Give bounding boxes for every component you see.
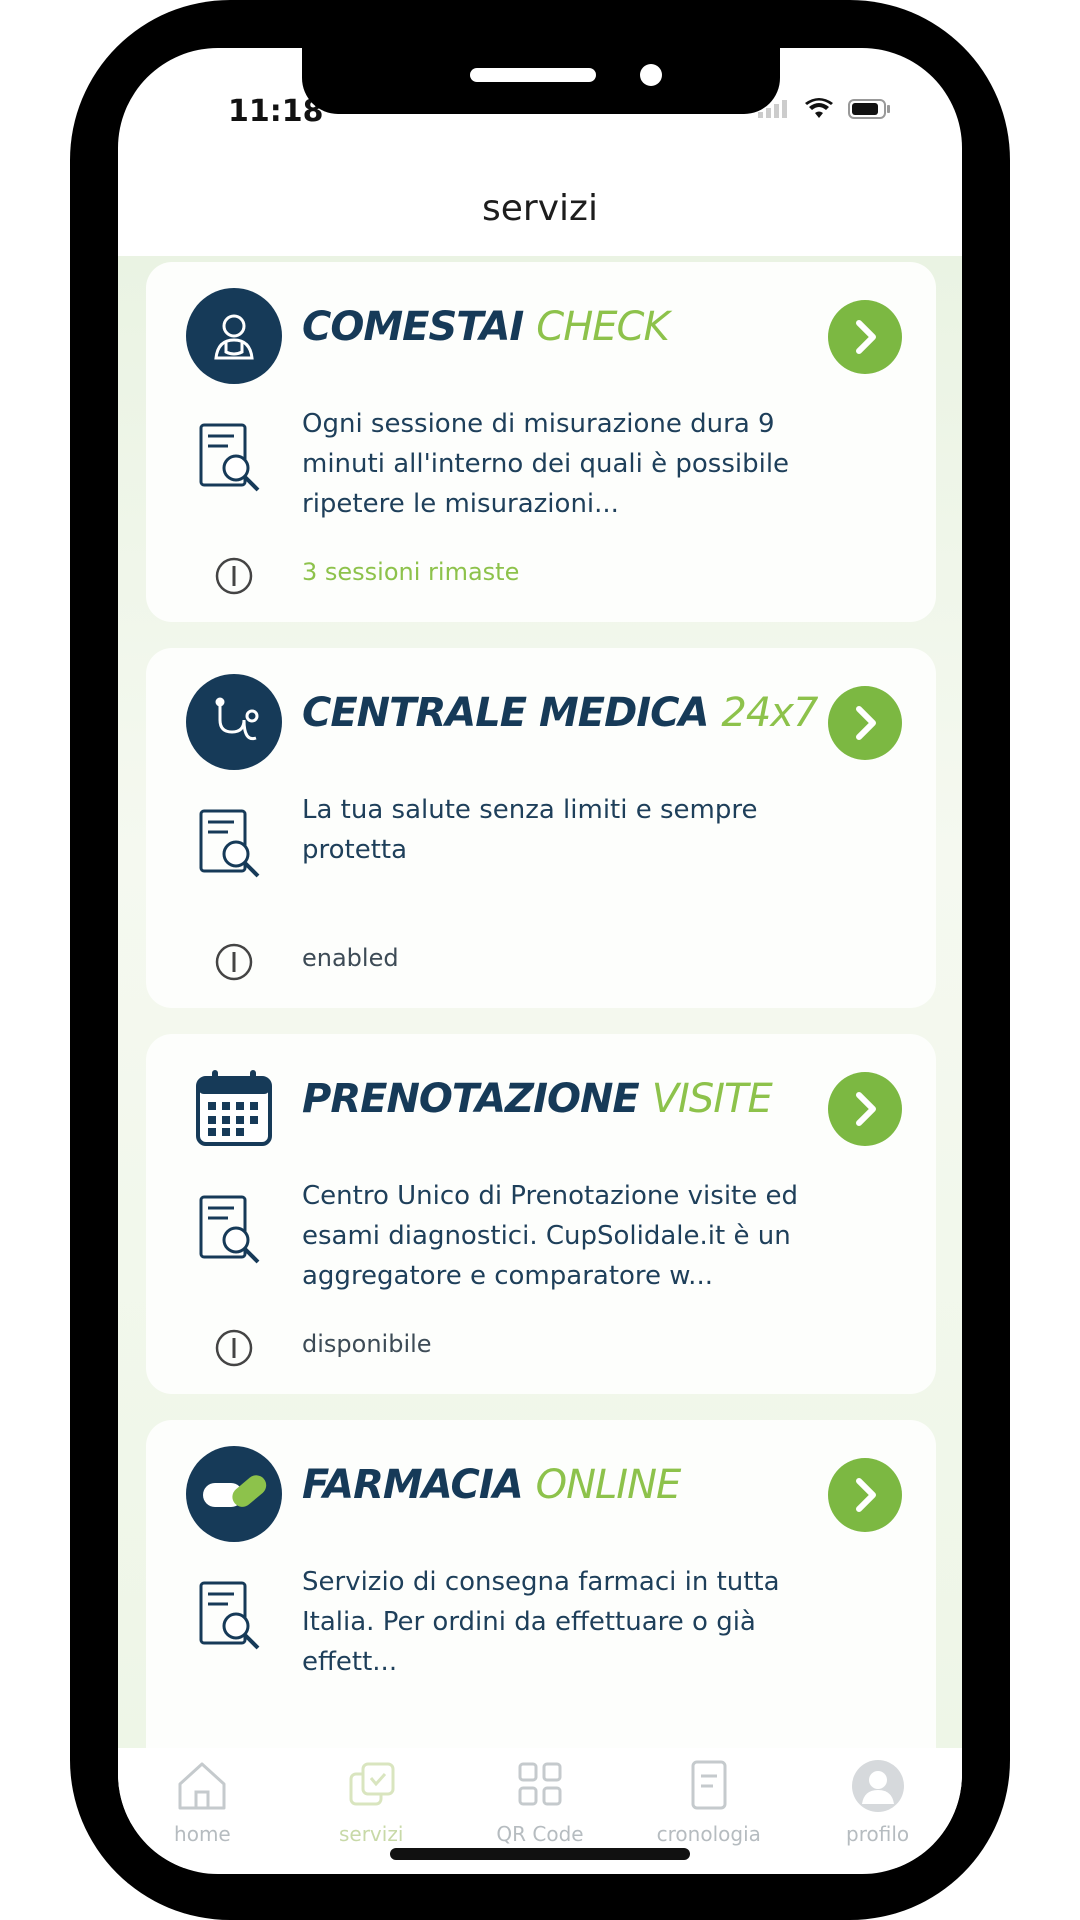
history-icon [691, 1760, 727, 1810]
chevron-right-icon [856, 1092, 876, 1126]
service-card-centrale-medica[interactable]: CENTRALE MEDICA 24x7 La tua salute senza… [146, 648, 936, 1008]
notch [302, 48, 780, 114]
card-title: CENTRALE MEDICA 24x7 [302, 690, 818, 736]
document-search-icon [199, 1581, 260, 1650]
qr-code-icon [518, 1762, 562, 1806]
home-indicator [390, 1848, 690, 1860]
tab-home[interactable]: home [132, 1758, 272, 1846]
tab-label: home [174, 1822, 231, 1846]
open-arrow-button[interactable] [828, 1072, 902, 1146]
services-list: COMESTAI CHECK Ogni sessione di misurazi… [118, 256, 962, 1748]
info-icon [215, 557, 253, 595]
card-status: enabled [302, 944, 399, 972]
card-status: disponibile [302, 1330, 432, 1358]
open-arrow-button[interactable] [828, 1458, 902, 1532]
document-search-icon [199, 1195, 260, 1264]
card-status: 3 sessioni rimaste [302, 558, 520, 586]
chevron-right-icon [856, 320, 876, 354]
open-arrow-button[interactable] [828, 300, 902, 374]
status-icons [758, 98, 892, 120]
info-icon [215, 943, 253, 981]
profile-icon [851, 1760, 904, 1812]
tab-label: profilo [846, 1822, 910, 1846]
pill-icon [186, 1446, 282, 1542]
wifi-icon [805, 98, 833, 118]
chevron-right-icon [856, 1478, 876, 1512]
card-title: PRENOTAZIONE VISITE [302, 1076, 773, 1122]
info-icon [215, 1329, 253, 1367]
service-card-comestai-check[interactable]: COMESTAI CHECK Ogni sessione di misurazi… [146, 262, 936, 622]
card-description: Ogni sessione di misurazione dura 9 minu… [302, 409, 790, 519]
tab-label: QR Code [496, 1822, 584, 1846]
document-search-icon [199, 423, 260, 492]
card-description: Centro Unico di Prenotazione visite ed e… [302, 1181, 799, 1291]
doctor-icon [186, 288, 282, 384]
card-title: FARMACIA ONLINE [302, 1462, 681, 1508]
screen: 11:18 servizi COMESTAI CHECK Ogni sessio… [118, 48, 962, 1874]
services-icon [349, 1762, 395, 1806]
tab-services[interactable]: servizi [301, 1758, 441, 1846]
chevron-right-icon [856, 706, 876, 740]
front-camera [640, 64, 662, 86]
page-title: servizi [482, 188, 598, 229]
service-card-prenotazione-visite[interactable]: PRENOTAZIONE VISITE Centro Unico di Pren… [146, 1034, 936, 1394]
card-description: La tua salute senza limiti e sempre prot… [302, 795, 758, 865]
speaker [470, 68, 596, 82]
tab-profile[interactable]: profilo [808, 1758, 948, 1846]
service-card-farmacia-online[interactable]: FARMACIA ONLINE Servizio di consegna far… [146, 1420, 936, 1748]
calendar-icon [186, 1060, 282, 1156]
open-arrow-button[interactable] [828, 686, 902, 760]
tab-qr-code[interactable]: QR Code [470, 1758, 610, 1846]
document-search-icon [199, 809, 260, 878]
stethoscope-icon [186, 674, 282, 770]
card-title: COMESTAI CHECK [302, 304, 670, 350]
tab-label: cronologia [656, 1822, 761, 1846]
tab-history[interactable]: cronologia [639, 1758, 779, 1846]
battery-icon [848, 99, 890, 119]
card-description: Servizio di consegna farmaci in tutta It… [302, 1567, 780, 1677]
home-icon [178, 1762, 226, 1810]
tab-label: servizi [338, 1822, 404, 1846]
